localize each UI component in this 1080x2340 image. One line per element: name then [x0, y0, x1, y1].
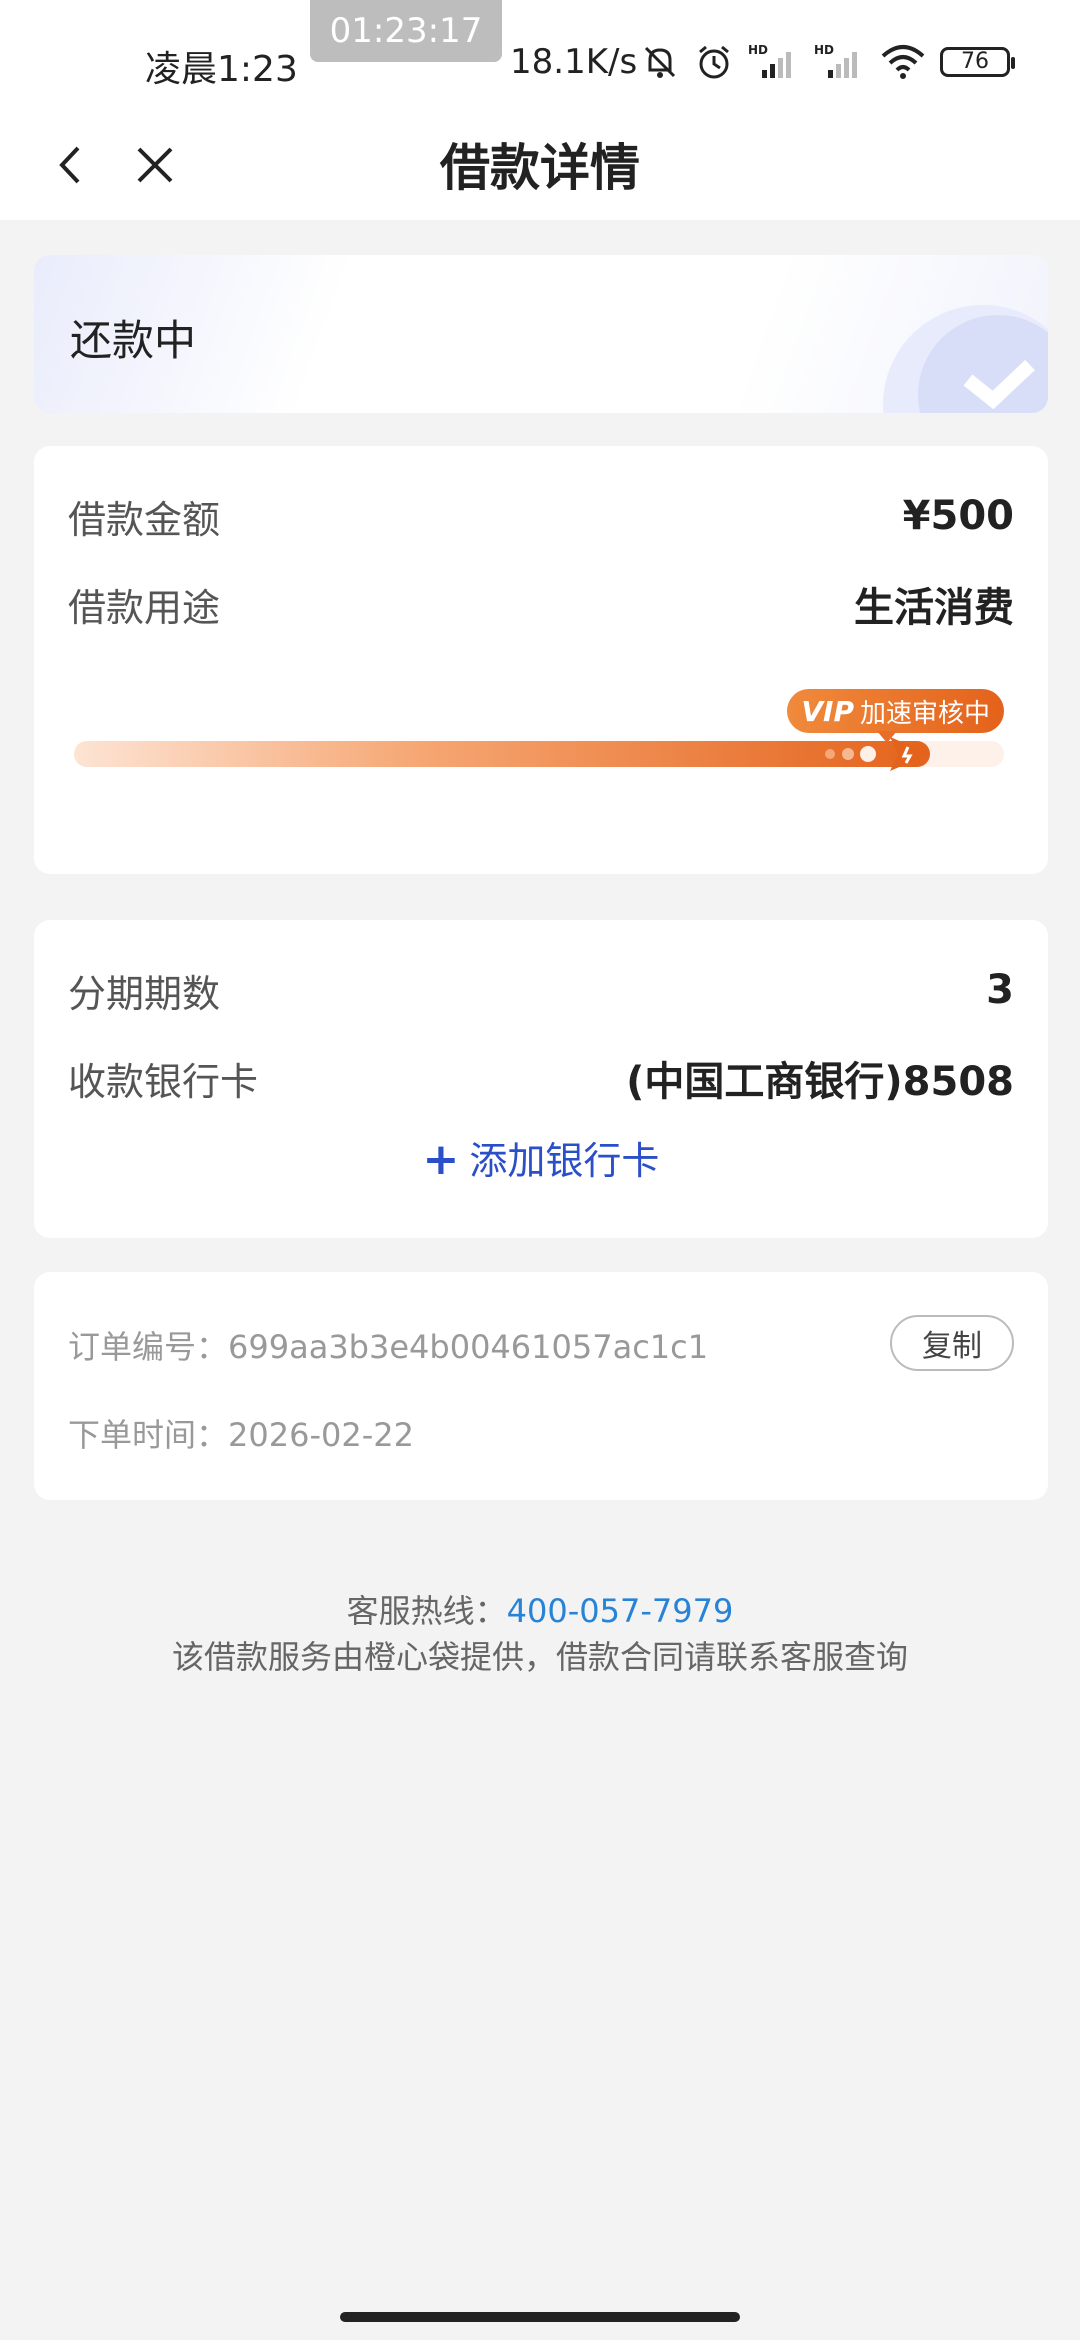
periods-row: 分期期数 3 [68, 960, 1014, 1020]
installment-card: 分期期数 3 收款银行卡 (中国工商银行)8508 + 添加银行卡 [34, 920, 1048, 1238]
hd-signal-icon: HD [748, 43, 791, 78]
order-time-line: 下单时间：2026-02-22 [68, 1410, 414, 1456]
loan-amount-row: 借款金额 ¥500 [68, 486, 1014, 546]
hotline-label: 客服热线： [346, 1592, 507, 1630]
review-progress: VIP 加速审核中 [74, 689, 1004, 781]
order-number-label: 订单编号： [68, 1328, 229, 1366]
vip-label: VIP [801, 694, 854, 728]
hd-signal-icon: HD [814, 43, 857, 78]
hotline-line: 客服热线：400-057-7979 [0, 1588, 1080, 1634]
order-time-value: 2026-02-22 [228, 1416, 414, 1454]
alarm-icon [699, 45, 729, 79]
loan-status-label: 还款中 [70, 316, 197, 365]
review-status-text: 加速审核中 [859, 698, 990, 729]
status-time: 凌晨1:23 [145, 49, 298, 90]
bank-card-label: 收款银行卡 [68, 1059, 259, 1104]
progress-fill [74, 741, 930, 767]
loan-amount-label: 借款金额 [68, 497, 221, 542]
loan-purpose-value: 生活消费 [854, 585, 1014, 631]
loan-info-card: 借款金额 ¥500 借款用途 生活消费 VIP 加速审核中 [34, 446, 1048, 874]
mute-bell-icon [644, 46, 676, 78]
wifi-icon [881, 45, 925, 79]
periods-label: 分期期数 [68, 971, 221, 1016]
status-icons: HD HD 76 [640, 40, 1015, 84]
loan-purpose-label: 借款用途 [68, 585, 221, 630]
footer: 客服热线：400-057-7979 该借款服务由橙心袋提供，借款合同请联系客服查… [0, 1588, 1080, 1680]
order-info-card: 订单编号：699aa3b3e4b00461057ac1c1 复制 下单时间：20… [34, 1272, 1048, 1500]
vip-review-tag: VIP 加速审核中 [787, 689, 1004, 743]
top-bar: 凌晨1:23 01:23:17 18.1K/s HD HD 76 借款详情 [0, 0, 1080, 220]
order-number-line: 订单编号：699aa3b3e4b00461057ac1c1 [68, 1322, 708, 1368]
service-note: 该借款服务由橙心袋提供，借款合同请联系客服查询 [171, 1638, 908, 1676]
home-indicator[interactable] [340, 2312, 740, 2322]
bank-card-value: (中国工商银行)8508 [626, 1059, 1014, 1105]
add-bank-card-button[interactable]: + 添加银行卡 [34, 1130, 1048, 1185]
status-bar: 凌晨1:23 01:23:17 18.1K/s HD HD 76 [0, 0, 1080, 110]
page-title: 借款详情 [440, 139, 640, 197]
nav-bar: 借款详情 [0, 110, 1080, 220]
svg-text:HD: HD [814, 43, 834, 57]
hotline-link[interactable]: 400-057-7979 [507, 1592, 734, 1630]
battery-icon: 76 [940, 47, 1015, 77]
bank-card-row: 收款银行卡 (中国工商银行)8508 [68, 1048, 1014, 1108]
net-speed: 18.1K/s [510, 42, 638, 82]
recording-timer: 01:23:17 [310, 0, 502, 62]
loan-amount-value: ¥500 [902, 493, 1014, 539]
order-number-value: 699aa3b3e4b00461057ac1c1 [228, 1328, 709, 1366]
add-bank-card-label: 添加银行卡 [469, 1139, 660, 1183]
plus-icon: + [422, 1134, 460, 1185]
check-badge-icon [883, 305, 1048, 413]
order-time-label: 下单时间： [68, 1416, 229, 1454]
copy-button[interactable]: 复制 [890, 1315, 1014, 1371]
loan-purpose-row: 借款用途 生活消费 [68, 574, 1014, 634]
svg-text:HD: HD [748, 43, 768, 57]
periods-value: 3 [986, 967, 1014, 1013]
status-card: 还款中 [34, 255, 1048, 413]
